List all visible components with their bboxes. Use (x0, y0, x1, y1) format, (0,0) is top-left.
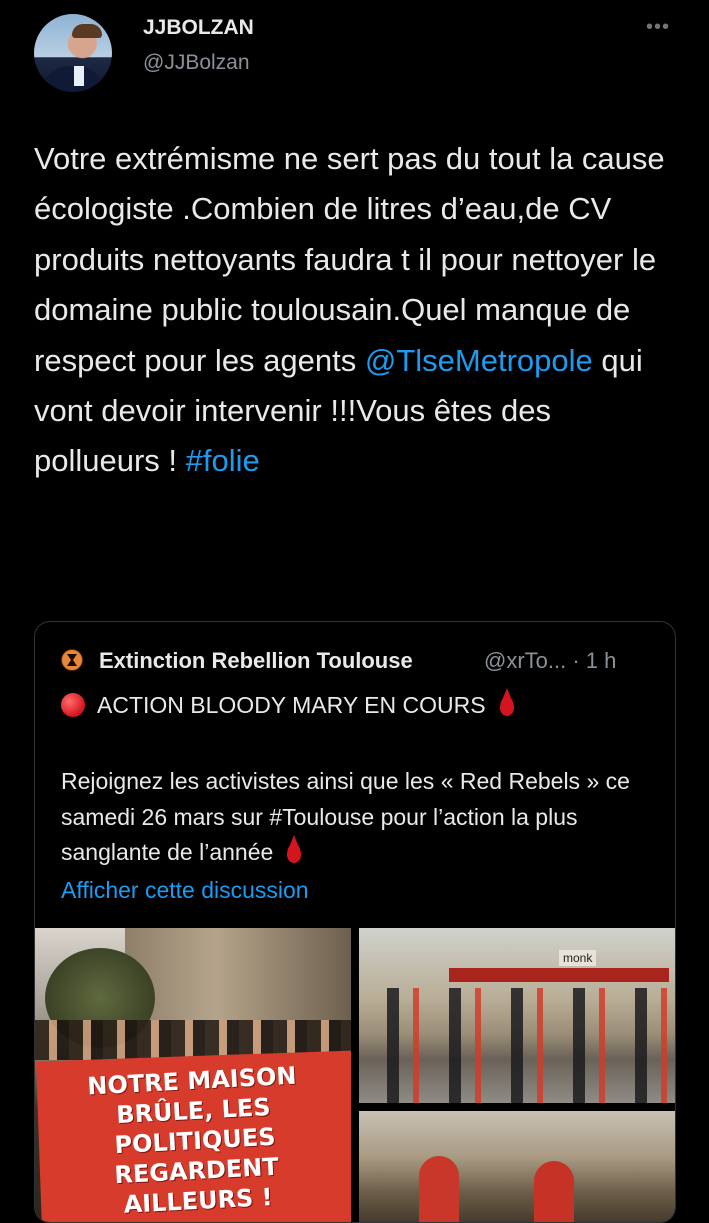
quoted-body-text: Rejoignez les activistes ainsi que les «… (61, 768, 630, 865)
photo-people (369, 988, 669, 1103)
media-photo-street[interactable]: monk (359, 928, 675, 1103)
avatar-shirt (74, 66, 84, 86)
quoted-media-grid: NOTRE MAISON BRÛLE, LES POLITIQUES REGAR… (35, 928, 675, 1222)
quoted-headline: ACTION BLOODY MARY EN COURS (97, 692, 486, 718)
extinction-rebellion-logo-icon (61, 649, 83, 671)
quoted-author-handle-time: @xrTo... · 1 h (484, 648, 616, 674)
tweet-text: Votre extrémisme ne sert pas du tout la … (34, 134, 679, 487)
media-photo-banner[interactable]: NOTRE MAISON BRÛLE, LES POLITIQUES REGAR… (35, 928, 351, 1222)
quoted-body: Rejoignez les activistes ainsi que les «… (61, 764, 661, 871)
protest-banner-text: NOTRE MAISON BRÛLE, LES POLITIQUES REGAR… (86, 1061, 298, 1219)
quoted-author-name[interactable]: Extinction Rebellion Toulouse (99, 648, 413, 674)
hashtag-link[interactable]: #folie (186, 443, 260, 478)
quoted-tweet-header: Extinction Rebellion Toulouse @xrTo... ·… (61, 648, 661, 678)
more-options-icon[interactable]: ••• (646, 17, 670, 37)
red-circle-icon (61, 693, 85, 717)
mention-link[interactable]: @TlseMetropole (365, 343, 593, 378)
media-photo-red-rebels[interactable] (359, 1111, 675, 1222)
blood-drop-icon (499, 688, 514, 716)
quoted-headline-line: ACTION BLOODY MARY EN COURS (61, 688, 514, 719)
avatar-hair (72, 24, 102, 38)
blood-drop-icon (287, 835, 302, 863)
quoted-author-handle[interactable]: @xrTo... (484, 648, 566, 673)
photo-red-figure (534, 1161, 574, 1222)
photo-red-figure (419, 1156, 459, 1222)
avatar[interactable] (34, 14, 112, 92)
avatar-suit (40, 66, 106, 92)
show-thread-link[interactable]: Afficher cette discussion (61, 877, 309, 904)
author-handle[interactable]: @JJBolzan (143, 51, 250, 75)
photo-awning (449, 968, 669, 982)
storefront-sign: monk (559, 950, 597, 966)
quoted-tweet[interactable]: Extinction Rebellion Toulouse @xrTo... ·… (34, 621, 676, 1223)
author-name[interactable]: JJBOLZAN (143, 16, 254, 40)
tweet-header: JJBOLZAN @JJBolzan ••• (34, 14, 674, 94)
quoted-time: · 1 h (572, 648, 617, 673)
